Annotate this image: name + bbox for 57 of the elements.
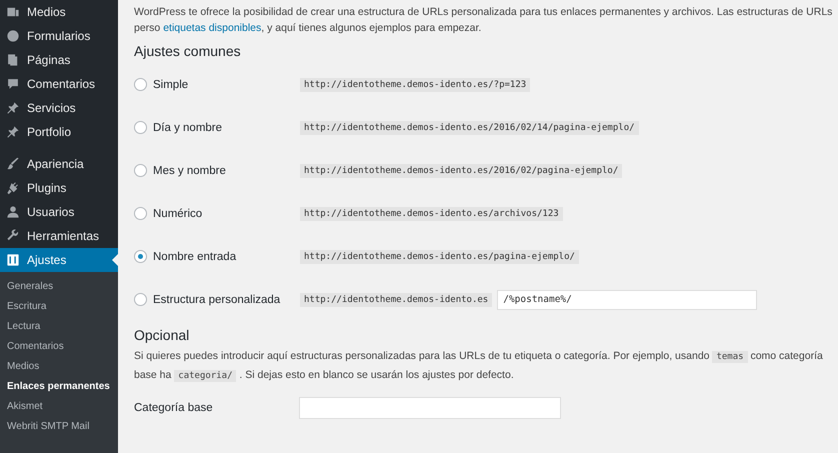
option-label: Día y nombre xyxy=(153,122,224,134)
option-label: Mes y nombre xyxy=(153,164,227,176)
wrench-icon xyxy=(6,229,20,243)
sidebar-item[interactable]: Apariencia xyxy=(0,152,118,176)
submenu-item[interactable]: Escritura xyxy=(0,297,118,317)
option-label: Numérico xyxy=(153,208,204,220)
field-label: Categoría base xyxy=(134,402,214,414)
sidebar-item[interactable]: Ajustes xyxy=(0,248,118,272)
url-example: http://identotheme.demos-idento.es/2016/02/pagina-ejemplo/ xyxy=(300,164,622,178)
radio-button[interactable] xyxy=(134,250,147,263)
pin-icon xyxy=(6,125,20,139)
url-example: http://identotheme.demos-idento.es xyxy=(300,292,492,306)
sidebar-item[interactable]: Páginas xyxy=(0,48,118,72)
url-example: http://identotheme.demos-idento.es/?p=123 xyxy=(300,78,530,92)
custom-structure-field[interactable]: /%postname%/ xyxy=(497,290,758,310)
radio-button[interactable] xyxy=(134,293,147,306)
sidebar-item[interactable]: Comentarios xyxy=(0,72,118,96)
url-example: http://identotheme.demos-idento.es/pagina-ejemplo/ xyxy=(300,250,579,264)
submenu-item[interactable]: Medios xyxy=(0,357,118,377)
section-heading: Opcional xyxy=(134,327,190,343)
sidebar-item[interactable]: Medios xyxy=(0,0,118,24)
optional-description: Si quieres puedes introducir aquí estructuras personalizadas para las URLs de tu etiqueta o categoría. Por ejemplo, usando temas como categoría base ha categoria/ . Si dejas esto en blanco se usarán los ajustes por defecto. xyxy=(134,349,824,384)
pin-icon xyxy=(6,101,20,115)
option-label: Estructura personalizada xyxy=(153,294,282,306)
user-icon xyxy=(6,205,20,219)
submenu-item[interactable]: Webriti SMTP Mail xyxy=(0,417,118,437)
submenu-item[interactable]: Lectura xyxy=(0,317,118,337)
current-pointer-icon xyxy=(112,254,118,266)
media-icon xyxy=(6,5,20,19)
sidebar-item[interactable]: Herramientas xyxy=(0,224,118,248)
sidebar-item[interactable]: Portfolio xyxy=(0,120,118,144)
url-example: http://identotheme.demos-idento.es/archivos/123 xyxy=(300,206,563,220)
radio-button[interactable] xyxy=(134,207,147,220)
option-label: Simple xyxy=(153,78,190,90)
intro-text: WordPress te ofrece la posibilidad de crear una estructura de URLs personalizada para tus enlaces permanentes y archivos. Las estructuras de URLs perso etiquetas disponibles, y aquí tienes algunos ejemplos para empezar. xyxy=(134,5,834,36)
sidebar-item[interactable]: Formularios xyxy=(0,24,118,48)
radio-button[interactable] xyxy=(134,121,147,134)
radio-button[interactable] xyxy=(134,164,147,177)
option-label: Nombre entrada xyxy=(153,250,238,262)
category-base-field[interactable] xyxy=(299,397,561,419)
sidebar-item[interactable]: Servicios xyxy=(0,96,118,120)
brush-icon xyxy=(6,157,20,171)
pages-icon xyxy=(6,53,20,67)
sidebar-item[interactable]: Plugins xyxy=(0,176,118,200)
radio-button[interactable] xyxy=(134,78,147,91)
circle-icon xyxy=(6,29,20,43)
submenu-item[interactable]: Comentarios xyxy=(0,337,118,357)
plug-icon xyxy=(6,181,20,195)
submenu-item[interactable]: Akismet xyxy=(0,397,118,417)
tags-link[interactable]: etiquetas disponibles xyxy=(163,22,262,34)
section-heading: Ajustes comunes xyxy=(134,43,242,59)
settings-icon xyxy=(6,253,20,267)
submenu-item[interactable]: Enlaces permanentes xyxy=(0,377,118,397)
submenu-item[interactable]: Generales xyxy=(0,277,118,297)
comment-icon xyxy=(6,77,20,91)
sidebar-item[interactable]: Usuarios xyxy=(0,200,118,224)
url-example: http://identotheme.demos-idento.es/2016/02/14/pagina-ejemplo/ xyxy=(300,120,639,134)
